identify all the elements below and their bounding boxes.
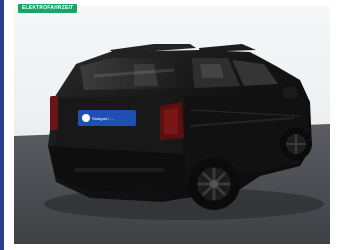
car-listing-photo-frame: Stuttgart / ... ELEKTROFAHRZEIT [0,0,344,250]
left-accent-strip [0,0,4,250]
electric-vehicle-badge: ELEKTROFAHRZEIT [18,4,78,13]
car-photo: Stuttgart / ... [14,6,330,244]
tail-light-left [50,96,58,130]
license-plate-text: Stuttgart / ... [92,116,114,121]
car-illustration: Stuttgart / ... [14,6,330,244]
side-mirror [282,86,298,98]
